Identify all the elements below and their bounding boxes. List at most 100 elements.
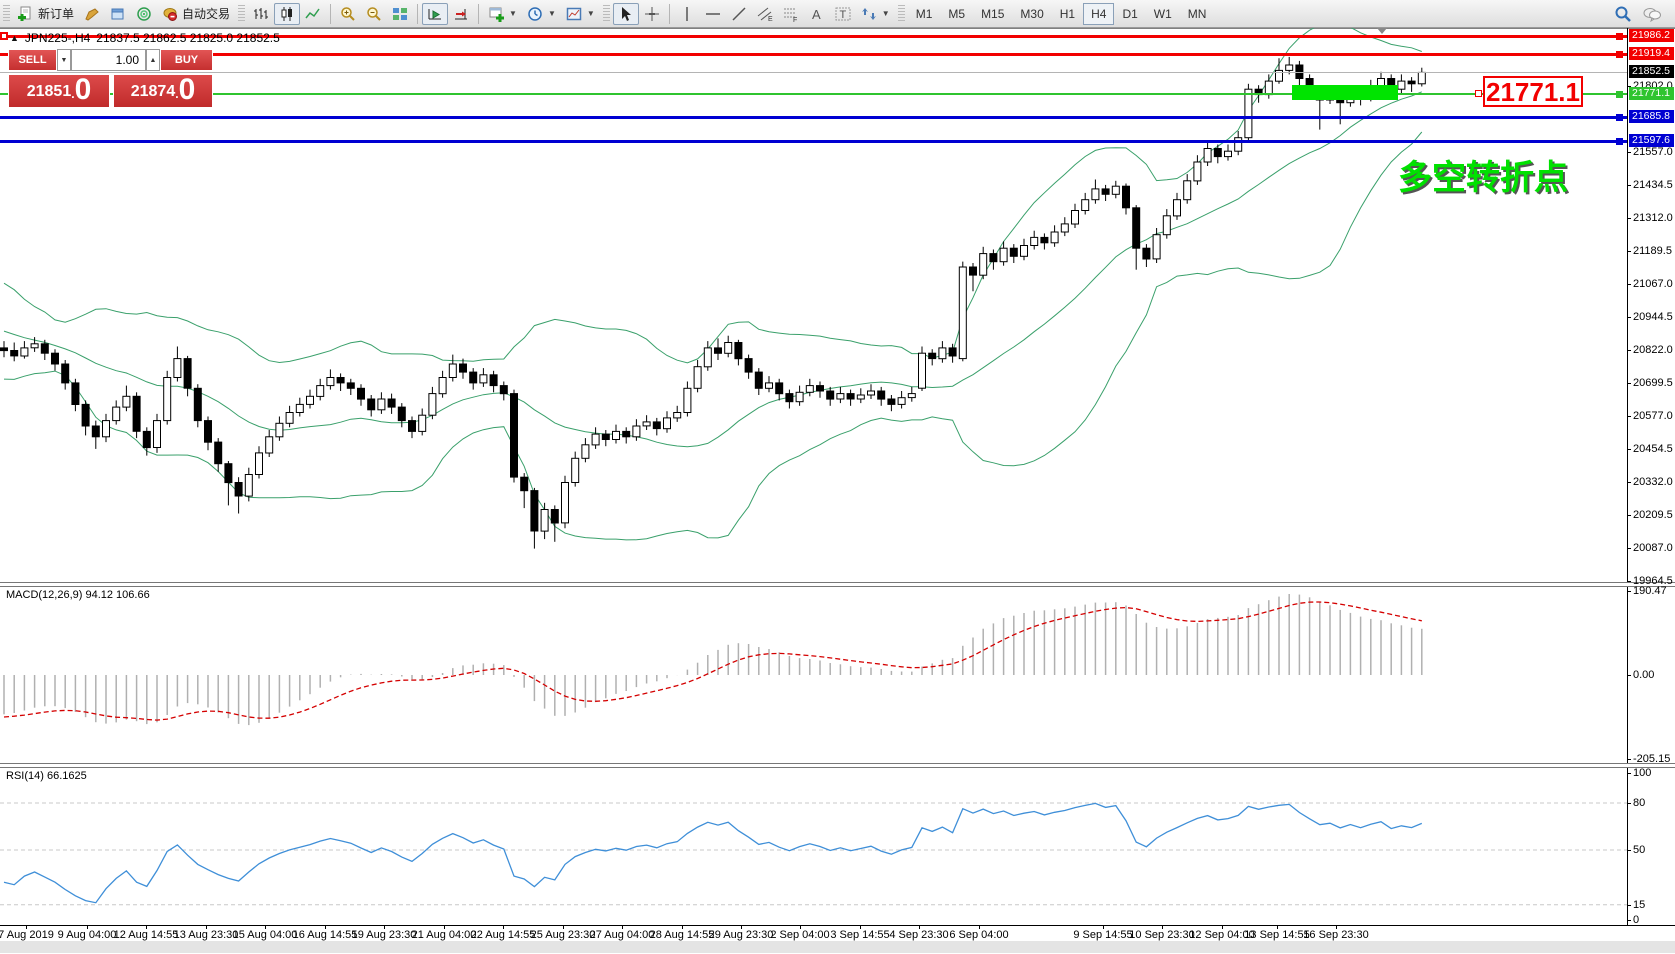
- time-axis-label: 28 Aug 14:55: [650, 929, 715, 941]
- buy-price-display[interactable]: 21874.0: [113, 74, 213, 108]
- expert-advisor-button[interactable]: [131, 3, 157, 25]
- rsi-axis-tick-mark: [1627, 920, 1631, 921]
- candle-body: [164, 378, 171, 421]
- chart-shift-marker[interactable]: [1377, 28, 1387, 34]
- timeframe-button-h1[interactable]: H1: [1052, 3, 1083, 25]
- cursor-button[interactable]: [613, 3, 639, 25]
- candle-body: [215, 442, 222, 464]
- chevron-down-icon: ▼: [548, 9, 556, 18]
- candle-body: [317, 386, 324, 397]
- zoom-out-button[interactable]: [361, 3, 387, 25]
- horizontal-line-object[interactable]: [0, 53, 1627, 56]
- channel-button[interactable]: E: [752, 3, 778, 25]
- price-axis-tag: 21919.4: [1629, 47, 1674, 60]
- chevron-down-icon: ▼: [587, 9, 595, 18]
- horizontal-line-object[interactable]: [0, 140, 1627, 143]
- price-axis-tick-label: 20577.0: [1633, 410, 1673, 422]
- line-anchor-marker[interactable]: [0, 32, 8, 40]
- trade-panel-collapse-icon[interactable]: ▲: [10, 33, 19, 43]
- time-axis-tick-mark: [622, 925, 623, 929]
- candle-body: [62, 364, 69, 383]
- candle-body: [388, 399, 395, 407]
- horizontal-line-button[interactable]: [700, 3, 726, 25]
- bar-chart-button[interactable]: [248, 3, 274, 25]
- candle-body: [154, 421, 161, 448]
- green-zone-rectangle[interactable]: [1292, 85, 1398, 100]
- volume-decrease-button[interactable]: ▼: [57, 49, 71, 71]
- timeframe-button-mn[interactable]: MN: [1180, 3, 1215, 25]
- toolbar-grip: [238, 5, 245, 23]
- buy-price-main: 21874: [131, 79, 176, 105]
- rsi-pane[interactable]: [0, 767, 1627, 925]
- profiles-button[interactable]: [105, 3, 131, 25]
- candle-body: [572, 458, 579, 482]
- main-price-pane[interactable]: [0, 28, 1627, 582]
- text-label-button[interactable]: T: [830, 3, 856, 25]
- candle-body: [133, 396, 140, 431]
- candle-body: [949, 348, 956, 356]
- candle-body: [908, 394, 915, 398]
- volume-increase-button[interactable]: ▲: [146, 49, 160, 71]
- candle-body: [256, 453, 263, 475]
- candle-body: [827, 391, 834, 399]
- candle-body: [92, 426, 99, 437]
- timeframe-button-m5[interactable]: M5: [940, 3, 973, 25]
- candle-body: [205, 421, 212, 443]
- text-button[interactable]: A: [804, 3, 830, 25]
- candle-body: [857, 395, 864, 399]
- timeframe-button-m30[interactable]: M30: [1012, 3, 1051, 25]
- line-anchor-marker[interactable]: [1616, 51, 1623, 58]
- timeframe-button-m1[interactable]: M1: [908, 3, 941, 25]
- time-axis-label: 13 Aug 23:30: [174, 929, 239, 941]
- candle-body: [1, 348, 8, 351]
- price-axis-tick-mark: [1627, 548, 1631, 549]
- channel-icon: E: [757, 6, 773, 22]
- volume-input[interactable]: 1.00: [71, 49, 146, 71]
- candle-body: [623, 431, 630, 436]
- callout-anchor-marker[interactable]: [1475, 90, 1482, 97]
- candle-body: [439, 378, 446, 394]
- zoom-in-button[interactable]: [335, 3, 361, 25]
- arrows-button[interactable]: ▼: [856, 3, 895, 25]
- crayon-button[interactable]: [79, 3, 105, 25]
- timeframe-button-w1[interactable]: W1: [1146, 3, 1180, 25]
- candle-chart-button[interactable]: [274, 3, 300, 25]
- auto-scroll-button[interactable]: [422, 3, 448, 25]
- candle-body: [1174, 200, 1181, 216]
- autotrade-button[interactable]: 自动交易: [157, 2, 235, 25]
- buy-button[interactable]: BUY: [160, 49, 213, 71]
- line-anchor-marker[interactable]: [1616, 138, 1623, 145]
- new-chart-button[interactable]: ▼: [483, 3, 522, 25]
- line-anchor-marker[interactable]: [1616, 33, 1623, 40]
- fibonacci-button[interactable]: F: [778, 3, 804, 25]
- timeframe-button-m15[interactable]: M15: [973, 3, 1012, 25]
- time-axis-tick-mark: [1277, 925, 1278, 929]
- new-order-button[interactable]: 新订单: [13, 2, 79, 25]
- candle-body: [551, 510, 558, 524]
- chat-button[interactable]: [1637, 3, 1667, 25]
- crosshair-button[interactable]: [639, 3, 665, 25]
- line-chart-button[interactable]: [300, 3, 326, 25]
- timeframe-button-d1[interactable]: D1: [1114, 3, 1145, 25]
- chart-shift-button[interactable]: [448, 3, 474, 25]
- trendline-button[interactable]: [726, 3, 752, 25]
- horizontal-line-object[interactable]: [0, 116, 1627, 119]
- line-anchor-marker[interactable]: [1616, 91, 1623, 98]
- price-callout-box[interactable]: 21771.1: [1483, 76, 1583, 107]
- candle-body: [653, 422, 660, 429]
- vertical-line-button[interactable]: [674, 3, 700, 25]
- fibonacci-icon: F: [783, 6, 799, 22]
- macd-pane[interactable]: [0, 585, 1627, 763]
- candle-body: [888, 399, 895, 404]
- sell-price-pips: 0: [75, 75, 92, 105]
- search-button[interactable]: [1609, 2, 1637, 26]
- timeframe-button-h4[interactable]: H4: [1083, 3, 1114, 25]
- templates-button[interactable]: ▼: [561, 3, 600, 25]
- sell-price-display[interactable]: 21851.0: [8, 74, 110, 108]
- cn-annotation-text[interactable]: 多空转折点: [1398, 150, 1568, 199]
- line-anchor-marker[interactable]: [1616, 114, 1623, 121]
- sell-button[interactable]: SELL: [8, 49, 57, 71]
- tile-windows-button[interactable]: [387, 3, 413, 25]
- candle-body: [1184, 181, 1191, 200]
- periods-button[interactable]: ▼: [522, 3, 561, 25]
